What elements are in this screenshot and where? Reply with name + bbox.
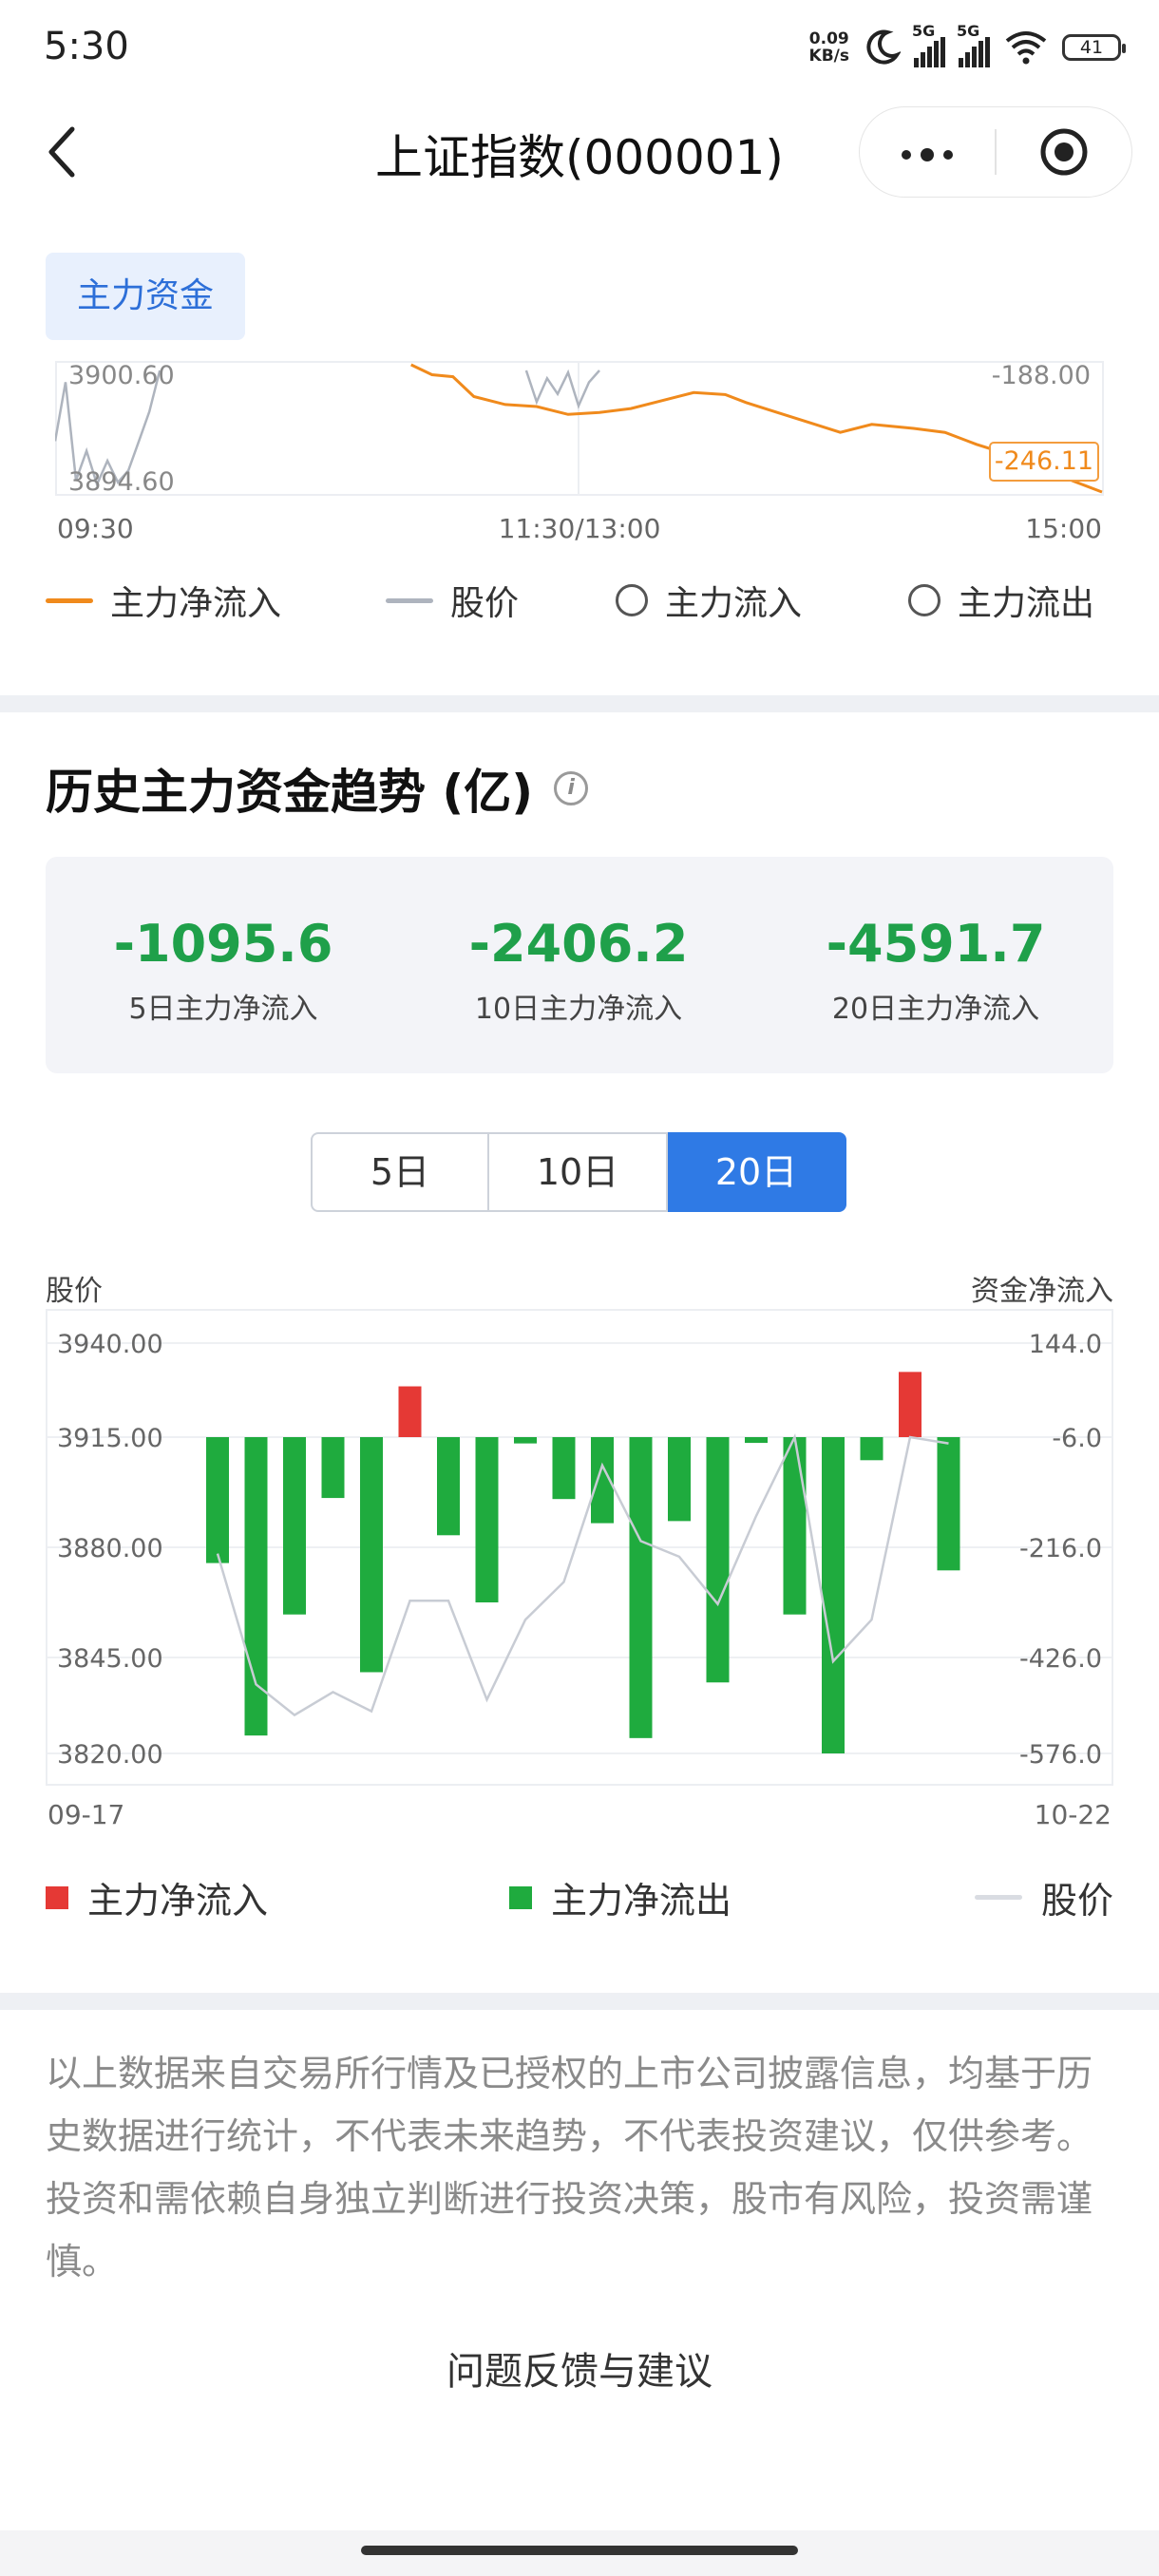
signal-icon: 5G [957, 22, 990, 67]
y-left-tick: 3845.00 [57, 1644, 163, 1674]
legend-history-price[interactable]: 股价 [975, 1871, 1113, 1923]
summary-card: -1095.6 5日主力净流入 -2406.2 10日主力净流入 -4591.7… [46, 857, 1113, 1073]
y-left-tick: 3915.00 [57, 1424, 163, 1453]
red-square-icon [46, 1885, 68, 1909]
section-separator [0, 1993, 1159, 2010]
history-x-start: 09-17 [48, 1799, 125, 1830]
net-speed: 0.09 KB/s [808, 29, 849, 66]
target-icon [1040, 128, 1088, 176]
info-icon[interactable]: i [554, 771, 589, 805]
intraday-y-left-bottom: 3894.60 [68, 467, 175, 497]
moon-icon [866, 29, 901, 65]
radio-icon [908, 584, 940, 616]
outflow-bar [745, 1437, 768, 1444]
y-right-tick: -426.0 [1019, 1644, 1102, 1674]
legend-price[interactable]: 股价 [386, 576, 519, 625]
close-mini-program-button[interactable] [997, 125, 1131, 179]
gray-line-icon [975, 1895, 1022, 1900]
y-right-tick: -576.0 [1019, 1740, 1102, 1770]
outflow-bar [206, 1437, 229, 1563]
y-right-tick: 144.0 [1029, 1330, 1102, 1359]
legend-net-inflow[interactable]: 主力净流入 [46, 576, 281, 625]
segment-20d[interactable]: 20日 [668, 1132, 846, 1212]
y-left-tick: 3940.00 [57, 1330, 163, 1359]
intraday-x-end: 15:00 [1025, 513, 1102, 544]
outflow-bar [283, 1437, 306, 1615]
legend-history-inflow[interactable]: 主力净流入 [46, 1871, 268, 1923]
right-axis-title: 资金净流入 [971, 1275, 1113, 1308]
summary-20d: -4591.7 20日主力净流入 [826, 914, 1046, 1026]
outflow-bar [860, 1437, 884, 1461]
summary-5d: -1095.6 5日主力净流入 [113, 914, 333, 1026]
home-indicator[interactable] [361, 2546, 798, 2555]
outflow-bar [475, 1437, 499, 1602]
inflow-bar [899, 1372, 922, 1437]
intraday-current-value: -246.11 [995, 446, 1093, 476]
outflow-bar [629, 1437, 653, 1738]
battery-icon: 41 [1062, 34, 1126, 61]
outflow-bar [783, 1437, 807, 1615]
status-icons: 0.09 KB/s 5G 5G 41 [808, 22, 1126, 70]
green-square-icon [509, 1885, 532, 1909]
status-time: 5:30 [44, 25, 129, 68]
section-separator [0, 695, 1159, 712]
segment-5d[interactable]: 5日 [311, 1132, 489, 1212]
disclaimer-text: 以上数据来自交易所行情及已授权的上市公司披露信息，均基于历史数据进行统计，不代表… [46, 2053, 1093, 2282]
price-line-afternoon [524, 369, 600, 409]
history-title: 历史主力资金趋势 (亿) i [46, 754, 589, 823]
segment-10d[interactable]: 10日 [489, 1132, 668, 1212]
legend-outflow[interactable]: 主力流出 [908, 576, 1094, 625]
outflow-bar [937, 1437, 960, 1571]
orange-line-icon [46, 597, 93, 603]
outflow-bar [706, 1437, 730, 1683]
legend-inflow[interactable]: 主力流入 [616, 576, 802, 625]
outflow-bar [360, 1437, 383, 1673]
y-right-tick: -6.0 [1052, 1424, 1102, 1453]
intraday-y-right-top: -188.00 [992, 361, 1091, 390]
y-right-tick: -216.0 [1019, 1534, 1102, 1563]
intraday-chart: 3900.60 3894.60 -188.00 -246.11 [55, 361, 1104, 497]
feedback-link[interactable]: 问题反馈与建议 [0, 2340, 1159, 2396]
history-chart: 3940.00 144.0 3915.00 -6.0 3880.00 -216.0 3845… [46, 1309, 1113, 1786]
radio-icon [616, 584, 648, 616]
y-left-tick: 3820.00 [57, 1740, 163, 1770]
outflow-bar [437, 1437, 460, 1536]
gray-line-icon [386, 597, 433, 603]
mini-program-capsule [859, 106, 1132, 198]
left-axis-title: 股价 [46, 1275, 103, 1308]
main-funds-tab[interactable]: 主力资金 [46, 253, 245, 340]
intraday-x-mid: 11:30/13:00 [498, 513, 661, 544]
outflow-bar [822, 1437, 845, 1753]
more-button[interactable] [860, 130, 995, 174]
wifi-icon [1005, 31, 1047, 65]
period-selector: 5日 10日 20日 [311, 1132, 846, 1212]
y-left-tick: 3880.00 [57, 1534, 163, 1563]
signal-icon: 5G [912, 22, 945, 67]
summary-10d: -2406.2 10日主力净流入 [468, 914, 689, 1026]
more-icon [902, 148, 953, 161]
outflow-bar [668, 1437, 691, 1522]
inflow-bar [398, 1386, 422, 1437]
legend-history-outflow[interactable]: 主力净流出 [509, 1871, 732, 1923]
intraday-y-left-top: 3900.60 [68, 361, 175, 390]
history-x-end: 10-22 [1034, 1799, 1112, 1830]
outflow-bar [514, 1437, 537, 1444]
outflow-bar [321, 1437, 345, 1499]
outflow-bar [552, 1437, 576, 1500]
